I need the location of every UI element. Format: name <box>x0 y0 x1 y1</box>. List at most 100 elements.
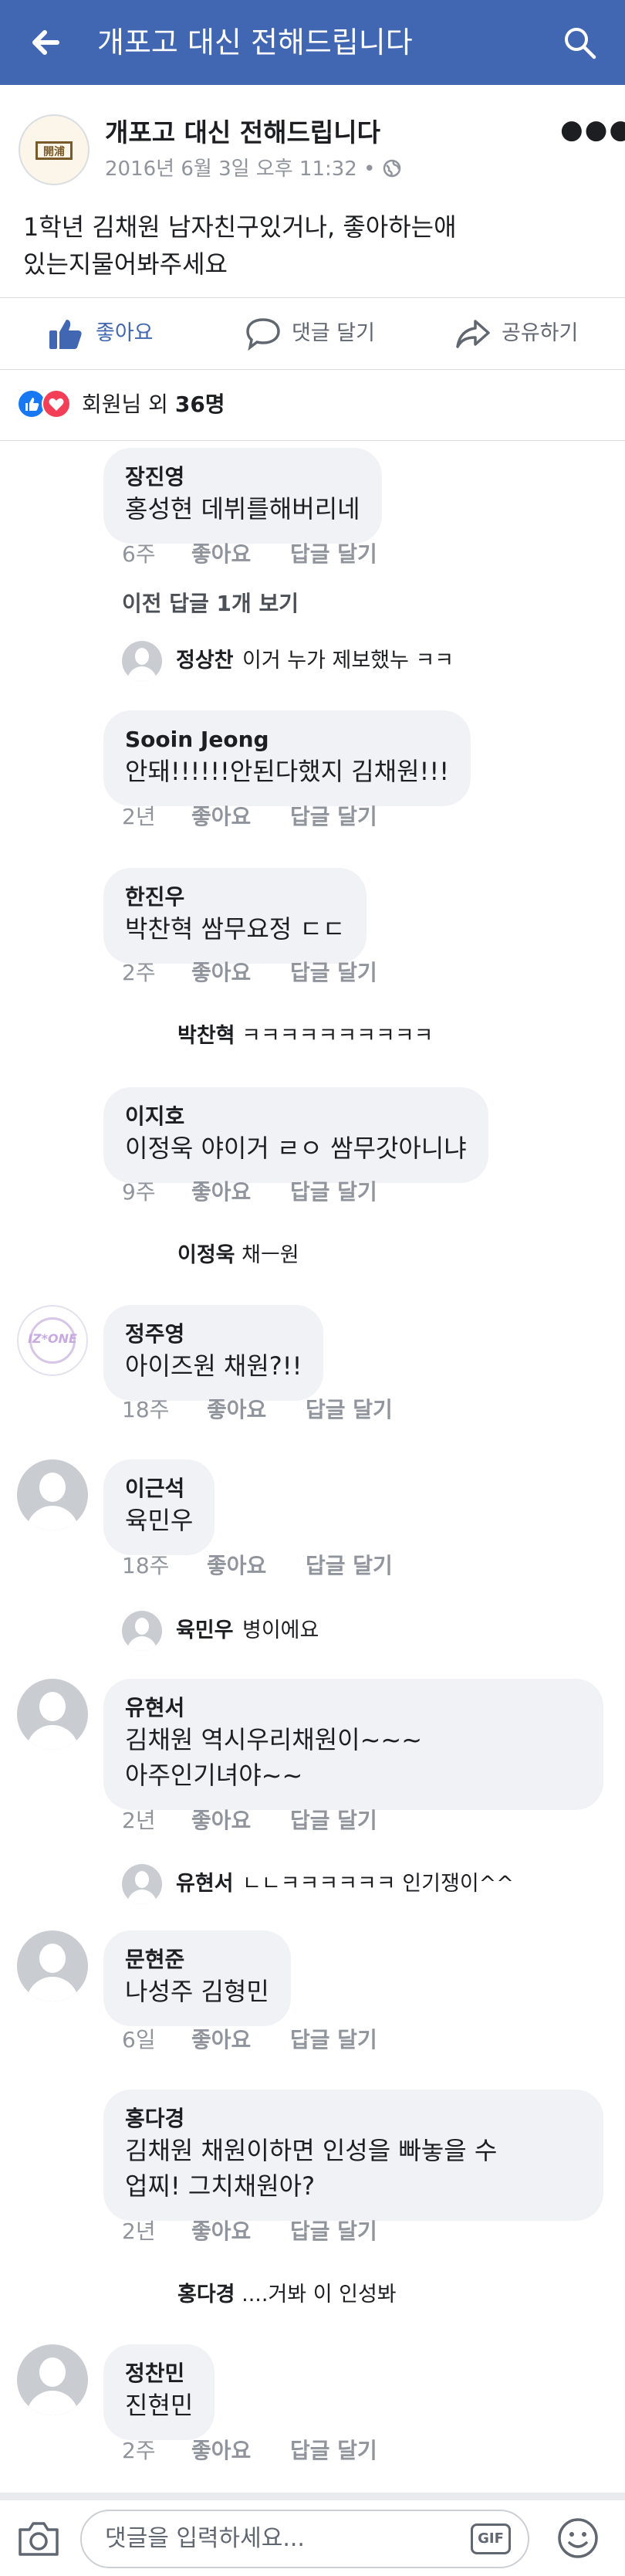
reply-item[interactable]: 이정욱 채ㅡ원 <box>177 1240 299 1271</box>
comment-text: 이정욱 야이거 ㄹㅇ 쌈무갓아니냐 <box>125 1134 467 1163</box>
post-time: 2016년 6월 3일 오후 11:32 • <box>105 158 382 181</box>
comment-button[interactable]: 댓글 달기 <box>245 298 400 369</box>
comment-time: 2주 <box>122 2438 156 2463</box>
avatar-text: IZ*ONE <box>28 1331 77 1346</box>
comment-like-button[interactable]: 좋아요 <box>191 2437 251 2465</box>
reply-avatar[interactable] <box>122 641 162 681</box>
comment-bubble[interactable]: 홍다경 김채원 채원이하면 인성을 빠놓을 수 업찌! 그치채원아? <box>103 2090 603 2221</box>
reply-author[interactable]: 홍다경 <box>177 2283 235 2307</box>
comment-author[interactable]: 정찬민 <box>125 2360 193 2388</box>
comment-like-button[interactable]: 좋아요 <box>191 2026 251 2054</box>
share-label: 공유하기 <box>502 321 579 345</box>
comment-text: 홍성현 데뷔를해버리네 <box>125 494 360 524</box>
comment-reply-button[interactable]: 답글 달기 <box>290 2218 377 2246</box>
post-text-line: 1학년 김채원 남자친구있거나, 좋아하는애 <box>23 212 457 242</box>
comment-bubble[interactable]: 장진영 홍성현 데뷔를해버리네 <box>103 448 382 544</box>
comment-text-line: 아주인기녀야~~ <box>125 1761 303 1790</box>
reply-text: 이거 누가 제보했누 ㅋㅋ <box>242 649 454 673</box>
comment-like-button[interactable]: 좋아요 <box>207 1552 266 1580</box>
comment-text: 안돼!!!!!!안된다했지 김채원!!! <box>125 757 450 786</box>
comment-time: 2년 <box>122 804 156 829</box>
reply-item[interactable]: 홍다경 ....거봐 이 인성봐 <box>177 2279 397 2310</box>
reply-text: 채ㅡ원 <box>235 1243 299 1267</box>
more-options-icon[interactable]: ●●● <box>560 114 625 145</box>
view-previous-replies[interactable]: 이전 답글 1개 보기 <box>122 590 299 618</box>
post-page-name[interactable]: 개포고 대신 전해드립니다 <box>105 116 380 150</box>
comment-label: 댓글 달기 <box>292 321 375 345</box>
search-icon[interactable] <box>562 25 597 60</box>
comment-text-line: 김채원 채원이하면 인성을 빠놓을 수 <box>125 2136 498 2165</box>
reply-text: ....거봐 이 인성봐 <box>235 2283 397 2307</box>
comment-bubble[interactable]: 유현서 김채원 역시우리채원이~~~ 아주인기녀야~~ <box>103 1679 603 1810</box>
like-button[interactable]: 좋아요 <box>48 298 171 369</box>
comment-bubble[interactable]: 이지호 이정욱 야이거 ㄹㅇ 쌈무갓아니냐 <box>103 1087 488 1183</box>
arrow-left-icon[interactable] <box>26 23 65 62</box>
reactions-count: 36명 <box>174 391 225 417</box>
comment-text-line: 업찌! 그치채원아? <box>125 2171 316 2201</box>
comment-time: 2주 <box>122 960 156 985</box>
comment-text: 박찬혁 쌈무요정 ㄷㄷ <box>125 914 346 944</box>
comment-time: 18주 <box>122 1397 170 1422</box>
reply-text: ㅋㅋㅋㅋㅋㅋㅋㅋㅋㅋ <box>235 1024 434 1048</box>
like-label: 좋아요 <box>96 321 154 345</box>
comment-time: 6주 <box>122 541 156 567</box>
camera-icon[interactable] <box>15 2517 62 2561</box>
commenter-avatar[interactable] <box>17 2344 88 2415</box>
reply-author[interactable]: 이정욱 <box>177 1243 235 1267</box>
reply-author[interactable]: 박찬혁 <box>177 1024 235 1048</box>
reactions-prefix: 회원님 외 <box>82 391 175 417</box>
commenter-avatar[interactable] <box>17 1930 88 2001</box>
comment-like-button[interactable]: 좋아요 <box>191 1807 251 1835</box>
reply-author[interactable]: 정상찬 <box>176 641 234 681</box>
comment-bubble[interactable]: 문현준 나성주 김형민 <box>103 1930 291 2026</box>
comment-time: 18주 <box>122 1553 170 1578</box>
comment-bubble[interactable]: 이근석 육민우 <box>103 1459 215 1555</box>
comment-reply-button[interactable]: 답글 달기 <box>290 2437 377 2465</box>
comment-like-button[interactable]: 좋아요 <box>191 2218 251 2246</box>
gif-button[interactable]: GIF <box>471 2523 511 2554</box>
comment-reply-button[interactable]: 답글 달기 <box>290 1178 377 1206</box>
comment-reply-button[interactable]: 답글 달기 <box>306 1396 393 1424</box>
reply-avatar[interactable] <box>122 1611 162 1651</box>
comment-bubble[interactable]: 정찬민 진현민 <box>103 2344 215 2440</box>
comment-reply-button[interactable]: 답글 달기 <box>290 1807 377 1835</box>
comment-author[interactable]: 문현준 <box>125 1946 269 1974</box>
comment-author[interactable]: 홍다경 <box>125 2105 582 2133</box>
comment-bubble[interactable]: Sooin Jeong 안돼!!!!!!안된다했지 김채원!!! <box>103 710 471 806</box>
comment-reply-button[interactable]: 답글 달기 <box>290 803 377 831</box>
smile-icon[interactable] <box>556 2516 600 2561</box>
commenter-avatar[interactable] <box>17 1679 88 1750</box>
reply-avatar[interactable] <box>122 1864 162 1904</box>
comment-like-button[interactable]: 좋아요 <box>191 1178 251 1206</box>
comment-reply-button[interactable]: 답글 달기 <box>306 1552 393 1580</box>
comment-like-button[interactable]: 좋아요 <box>207 1396 266 1424</box>
comment-author[interactable]: Sooin Jeong <box>125 726 449 754</box>
comment-author[interactable]: 한진우 <box>125 883 345 911</box>
comment-reply-button[interactable]: 답글 달기 <box>290 541 377 568</box>
thumbs-up-icon <box>49 320 82 349</box>
share-button[interactable]: 공유하기 <box>455 298 610 369</box>
comment-author[interactable]: 이근석 <box>125 1475 193 1503</box>
reply-author[interactable]: 육민우 <box>176 1611 234 1651</box>
comment-author[interactable]: 이지호 <box>125 1103 467 1130</box>
reply-author[interactable]: 유현서 <box>176 1864 234 1904</box>
comment-author[interactable]: 유현서 <box>125 1694 582 1722</box>
comment-bubble[interactable]: 정주영 아이즈원 채원?!! <box>103 1305 324 1401</box>
reactions-text: 회원님 외 36명 <box>82 389 225 420</box>
post-timestamp: 2016년 6월 3일 오후 11:32 • <box>105 156 402 182</box>
reply-item[interactable]: 박찬혁 ㅋㅋㅋㅋㅋㅋㅋㅋㅋㅋ <box>177 1021 434 1052</box>
comment-text: 아이즈원 채원?!! <box>125 1351 302 1381</box>
commenter-avatar[interactable]: IZ*ONE <box>17 1305 88 1376</box>
comment-like-button[interactable]: 좋아요 <box>191 803 251 831</box>
comment-like-button[interactable]: 좋아요 <box>191 959 251 987</box>
page-avatar[interactable]: 開浦 <box>19 114 90 185</box>
comment-input[interactable]: 댓글을 입력하세요... GIF <box>80 2510 529 2568</box>
comment-like-button[interactable]: 좋아요 <box>191 541 251 568</box>
comment-author[interactable]: 정주영 <box>125 1320 302 1348</box>
comment-author[interactable]: 장진영 <box>125 463 360 491</box>
reactions-summary[interactable]: 회원님 외 36명 <box>0 369 625 441</box>
comment-bubble[interactable]: 한진우 박찬혁 쌈무요정 ㄷㄷ <box>103 868 367 964</box>
commenter-avatar[interactable] <box>17 1459 88 1530</box>
comment-reply-button[interactable]: 답글 달기 <box>290 2026 377 2054</box>
comment-reply-button[interactable]: 답글 달기 <box>290 959 377 987</box>
